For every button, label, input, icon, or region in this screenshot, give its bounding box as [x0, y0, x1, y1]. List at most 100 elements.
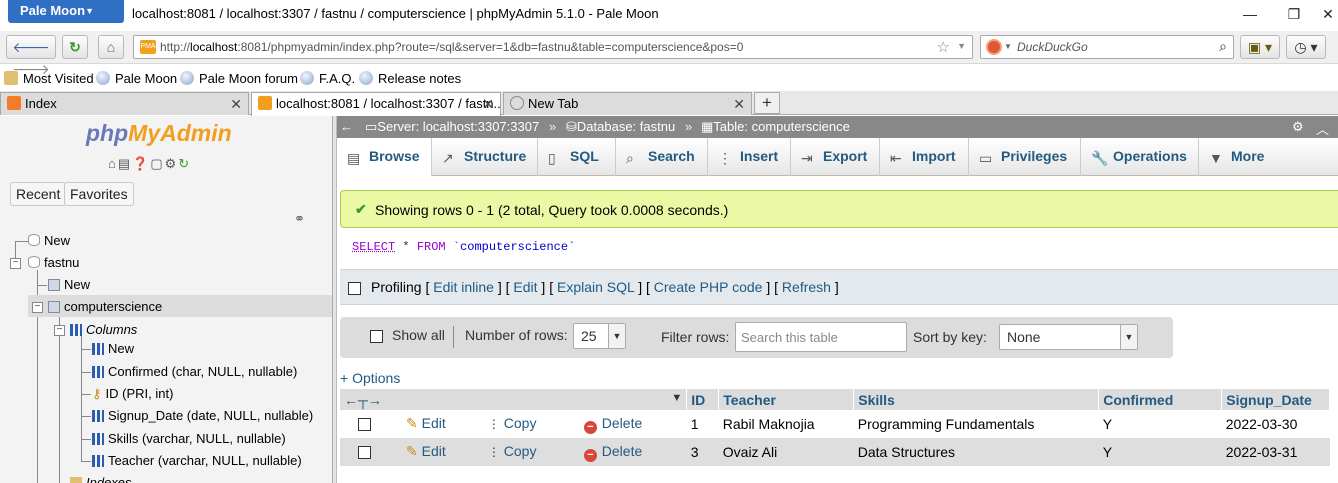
- delete-row-button[interactable]: − Delete: [583, 415, 642, 434]
- bookmark-pale-moon[interactable]: Pale Moon: [96, 71, 177, 86]
- url-dropdown-icon[interactable]: ▼: [957, 41, 966, 51]
- tab-export[interactable]: ⇥ Export: [791, 138, 880, 176]
- tree-new-column[interactable]: New: [92, 341, 134, 356]
- delete-row-button[interactable]: − Delete: [583, 443, 642, 462]
- tab-insert[interactable]: ⋮ Insert: [708, 138, 791, 176]
- close-tab-icon[interactable]: ✕: [733, 96, 745, 113]
- back-forward-button[interactable]: 🡐 🡒: [6, 35, 56, 77]
- collapse-icon[interactable]: −: [54, 325, 65, 336]
- cell-teacher[interactable]: Ovaiz Ali: [718, 438, 854, 466]
- minimize-button[interactable]: —: [1240, 6, 1260, 22]
- tree-column-id[interactable]: ⚷ ID (PRI, int): [92, 386, 173, 402]
- header-teacher[interactable]: Teacher: [718, 389, 855, 410]
- tab-index[interactable]: Index ✕: [0, 92, 249, 115]
- tab-more[interactable]: ▼ More: [1199, 138, 1287, 176]
- cell-confirmed[interactable]: Y: [1098, 438, 1222, 466]
- sql-query[interactable]: SELECT * FROM `computerscience`: [352, 240, 575, 254]
- tree-table-computerscience[interactable]: computerscience: [48, 299, 162, 314]
- cell-confirmed[interactable]: Y: [1098, 410, 1222, 438]
- url-bar[interactable]: PMA http://localhost:8081/phpmyadmin/ind…: [133, 35, 973, 59]
- tree-new-table[interactable]: New: [48, 277, 90, 292]
- tab-sql[interactable]: ▯ SQL: [538, 138, 616, 176]
- close-tab-icon[interactable]: ✕: [230, 96, 242, 113]
- copy-row-button[interactable]: ⋮ Copy: [488, 415, 580, 431]
- collapse-icon[interactable]: −: [32, 302, 43, 313]
- search-bar[interactable]: ▼ DuckDuckGo ⌕: [980, 35, 1234, 59]
- search-engine-dropdown-icon[interactable]: ▼: [1004, 42, 1012, 51]
- chevron-down-icon[interactable]: ▼: [671, 392, 682, 404]
- options-link[interactable]: + Options: [340, 370, 400, 386]
- recent-button[interactable]: Recent: [10, 182, 67, 206]
- tab-new-tab[interactable]: New Tab ✕: [503, 92, 752, 115]
- bookmark-pale-moon-forum[interactable]: Pale Moon forum: [180, 71, 298, 86]
- tab-phpmyadmin[interactable]: localhost:8081 / localhost:3307 / fastn.…: [251, 92, 501, 116]
- phpmyadmin-logo[interactable]: phpMyAdmin: [86, 120, 232, 147]
- docs-icon[interactable]: ▢: [150, 156, 164, 171]
- cell-signup-date[interactable]: 2022-03-30: [1221, 410, 1330, 438]
- reload-icon[interactable]: ↻: [178, 156, 191, 171]
- logout-icon[interactable]: ▤: [118, 156, 132, 171]
- header-skills[interactable]: Skills: [853, 389, 1100, 410]
- breadcrumb-table[interactable]: ▦Table: computerscience: [701, 119, 850, 135]
- tree-indexes[interactable]: Indexes: [70, 475, 132, 483]
- breadcrumb-server[interactable]: ▭Server: localhost:3307:3307: [365, 119, 539, 135]
- tab-operations[interactable]: 🔧 Operations: [1081, 138, 1199, 176]
- tab-structure[interactable]: ↗ Structure: [432, 138, 538, 176]
- duckduckgo-icon[interactable]: [986, 39, 1002, 55]
- edit-inline-link[interactable]: Edit inline: [433, 279, 494, 295]
- history-button[interactable]: ◷ ▾: [1286, 35, 1326, 59]
- edit-row-button[interactable]: ✎ Edit: [406, 415, 484, 432]
- bookmark-faq[interactable]: F.A.Q.: [300, 71, 355, 86]
- cell-skills[interactable]: Programming Fundamentals: [853, 410, 1099, 438]
- breadcrumb-database[interactable]: ⛁Database: fastnu: [566, 119, 675, 135]
- header-signup-date[interactable]: Signup_Date: [1221, 389, 1330, 410]
- cell-signup-date[interactable]: 2022-03-31: [1221, 438, 1330, 466]
- profiling-checkbox[interactable]: [348, 282, 361, 295]
- tree-column-confirmed[interactable]: Confirmed (char, NULL, nullable): [92, 364, 297, 379]
- site-identity-icon[interactable]: PMA: [140, 40, 156, 54]
- column-arrows-header[interactable]: ←┬→ ▼: [340, 389, 688, 410]
- collapse-panel-icon[interactable]: ←: [340, 119, 353, 134]
- tree-column-signup-date[interactable]: Signup_Date (date, NULL, nullable): [92, 408, 313, 423]
- tree-database-fastnu[interactable]: fastnu: [28, 255, 79, 270]
- back-icon[interactable]: 🡐: [12, 39, 50, 55]
- tab-browse[interactable]: ▤ Browse: [337, 138, 432, 176]
- collapse-top-icon[interactable]: ︿: [1316, 119, 1329, 138]
- explain-sql-link[interactable]: Explain SQL: [557, 279, 634, 295]
- create-php-code-link[interactable]: Create PHP code: [654, 279, 763, 295]
- tree-columns[interactable]: Columns: [70, 322, 137, 337]
- new-tab-button[interactable]: +: [754, 92, 780, 114]
- bookmarks-menu-button[interactable]: ▣ ▾: [1240, 35, 1280, 59]
- link-icon[interactable]: ⚭: [294, 211, 305, 227]
- search-icon[interactable]: ⌕: [1219, 38, 1227, 55]
- cell-id[interactable]: 3: [686, 438, 719, 466]
- tree-new-database[interactable]: New: [28, 233, 70, 248]
- header-id[interactable]: ID: [686, 389, 720, 410]
- filter-input[interactable]: Search this table: [735, 322, 907, 352]
- sort-select[interactable]: None ▼: [999, 324, 1138, 350]
- cell-id[interactable]: 1: [686, 410, 719, 438]
- bookmark-most-visited[interactable]: Most Visited: [4, 71, 94, 86]
- settings-icon[interactable]: ⚙: [165, 156, 179, 171]
- close-tab-icon[interactable]: ✕: [482, 96, 494, 113]
- edit-link[interactable]: Edit: [513, 279, 537, 295]
- close-window-button[interactable]: ✕: [1318, 6, 1338, 23]
- tab-import[interactable]: ⇤ Import: [880, 138, 969, 176]
- bookmark-release-notes[interactable]: Release notes: [359, 71, 461, 86]
- bookmark-star-icon[interactable]: ☆: [937, 38, 950, 56]
- tree-column-teacher[interactable]: Teacher (varchar, NULL, nullable): [92, 453, 302, 468]
- edit-row-button[interactable]: ✎ Edit: [406, 443, 484, 460]
- tab-search[interactable]: ⌕ Search: [616, 138, 708, 176]
- url-text[interactable]: http://localhost:8081/phpmyadmin/index.p…: [160, 40, 743, 54]
- copy-row-button[interactable]: ⋮ Copy: [488, 443, 580, 459]
- refresh-link[interactable]: Refresh: [782, 279, 831, 295]
- settings-gear-icon[interactable]: ⚙: [1292, 119, 1304, 135]
- cell-skills[interactable]: Data Structures: [853, 438, 1099, 466]
- favorites-button[interactable]: Favorites: [64, 182, 134, 206]
- tree-column-skills[interactable]: Skills (varchar, NULL, nullable): [92, 431, 286, 446]
- collapse-icon[interactable]: −: [10, 258, 21, 269]
- help-icon[interactable]: ❓: [132, 156, 150, 171]
- show-all-checkbox[interactable]: [370, 330, 383, 343]
- tab-privileges[interactable]: ▭ Privileges: [969, 138, 1081, 176]
- home-button[interactable]: ⌂: [98, 35, 124, 59]
